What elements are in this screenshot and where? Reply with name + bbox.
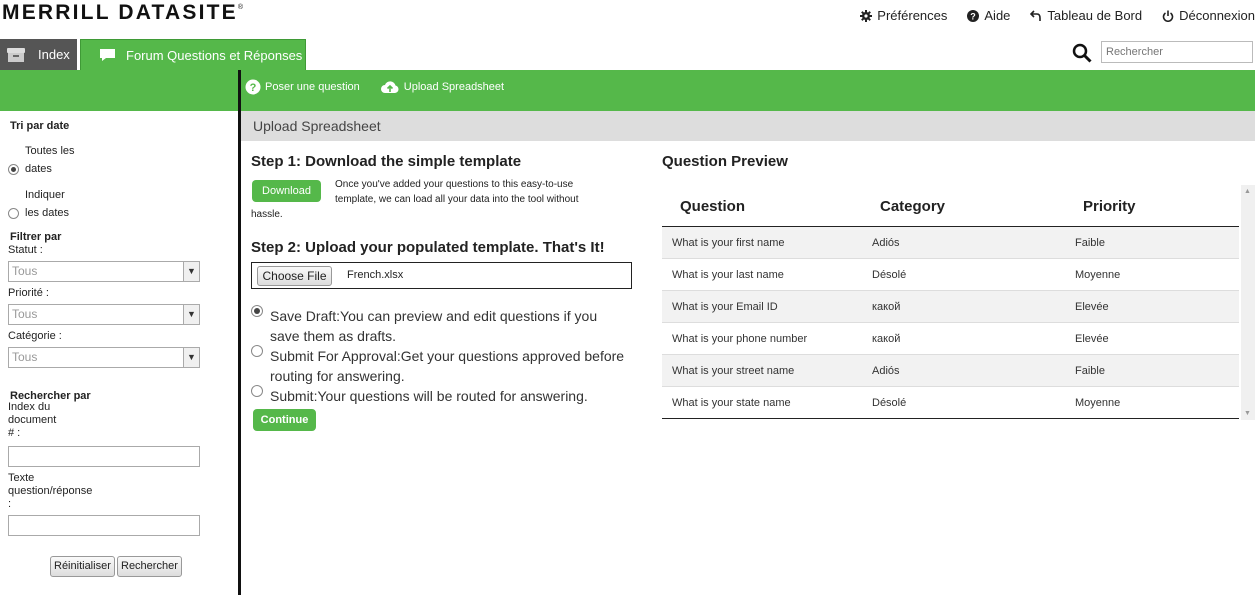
chevron-down-icon: ▼ — [183, 262, 199, 281]
tab-forum[interactable]: Forum Questions et Réponses — [80, 39, 306, 70]
indicate-dates-radio[interactable] — [8, 208, 19, 219]
submit-radio[interactable] — [251, 385, 263, 397]
cell-priority: Faible — [1075, 237, 1105, 249]
submit-approval-label: Submit For Approval:Get your questions a… — [270, 348, 625, 384]
sort-by-date-heading: Tri par date — [10, 120, 70, 132]
cloud-upload-icon — [380, 81, 399, 93]
power-icon — [1162, 10, 1174, 22]
cell-category: Adiós — [872, 365, 900, 377]
download-button[interactable]: Download — [252, 180, 321, 202]
cell-question: What is your phone number — [672, 333, 808, 345]
preview-scrollbar[interactable]: ▲ ▼ — [1241, 185, 1255, 420]
save-draft-radio[interactable] — [251, 305, 263, 317]
logout-link[interactable]: Déconnexion — [1162, 8, 1255, 23]
status-select[interactable]: Tous ▼ — [8, 261, 200, 282]
step1-heading: Step 1: Download the simple template — [251, 153, 522, 170]
cell-question: What is your Email ID — [672, 301, 778, 313]
qa-text-label: Texte question/réponse: — [8, 472, 93, 510]
all-dates-label: Toutes les dates — [25, 145, 75, 175]
dashboard-link[interactable]: Tableau de Bord — [1030, 8, 1142, 23]
indicate-dates-label: Indiquer les dates — [25, 189, 70, 219]
cell-priority: Faible — [1075, 365, 1105, 377]
doc-index-label: Index du document # : — [8, 401, 57, 439]
column-priority: Priority — [1083, 198, 1136, 215]
sidebar-search-button[interactable]: Rechercher — [117, 556, 182, 577]
chevron-down-icon: ▼ — [183, 305, 199, 324]
action-links: ? Poser une question Upload Spreadsheet — [245, 79, 504, 95]
cell-priority: Elevée — [1075, 301, 1109, 313]
table-row: What is your last name Désolé Moyenne — [662, 259, 1239, 291]
scroll-down-icon[interactable]: ▼ — [1244, 410, 1251, 417]
reset-button[interactable]: Réinitialiser — [50, 556, 115, 577]
search-input[interactable] — [1101, 41, 1253, 63]
column-question: Question — [680, 198, 746, 215]
table-row: What is your first name Adiós Faible — [662, 227, 1239, 259]
cell-category: какой — [872, 333, 901, 345]
category-select[interactable]: Tous ▼ — [8, 347, 200, 368]
step2-heading: Step 2: Upload your populated template. … — [251, 239, 605, 256]
svg-text:?: ? — [971, 11, 977, 21]
action-bar — [0, 70, 1255, 111]
selected-file-name: French.xlsx — [347, 269, 404, 281]
panel-title: Upload Spreadsheet — [241, 111, 1255, 141]
table-row: What is your state name Désolé Moyenne — [662, 387, 1239, 419]
cell-question: What is your last name — [672, 269, 784, 281]
submit-label: Submit:Your questions will be routed for… — [270, 388, 588, 404]
cell-category: Désolé — [872, 269, 907, 281]
gear-icon — [860, 9, 873, 22]
cell-priority: Elevée — [1075, 333, 1109, 345]
table-row: What is your street name Adiós Faible — [662, 355, 1239, 387]
ask-question-button[interactable]: ? Poser une question — [245, 79, 360, 95]
brand-logo: MERRILL DATASITE® — [2, 1, 244, 24]
table-header: Question Category Priority — [662, 188, 1239, 227]
column-category: Category — [880, 198, 946, 215]
svg-text:?: ? — [250, 82, 257, 94]
top-links: Préférences ? Aide Tableau de Bord Décon… — [840, 8, 1255, 23]
search-icon[interactable] — [1072, 43, 1092, 63]
priority-label: Priorité : — [8, 287, 49, 299]
doc-index-input[interactable] — [8, 446, 200, 467]
all-dates-radio[interactable] — [8, 164, 19, 175]
status-label: Statut : — [8, 244, 43, 256]
cell-question: What is your first name — [672, 237, 785, 249]
save-draft-label: Save Draft:You can preview and edit ques… — [270, 308, 598, 344]
continue-button[interactable]: Continue — [253, 409, 316, 431]
sidebar-divider — [238, 70, 241, 595]
upload-spreadsheet-button[interactable]: Upload Spreadsheet — [380, 79, 504, 95]
filter-sidebar: Tri par date Toutes les dates Indiquer les… — [0, 111, 238, 595]
cell-question: What is your street name — [672, 365, 795, 377]
category-label: Catégorie : — [8, 330, 62, 342]
file-upload-field: Choose File French.xlsx — [251, 262, 632, 289]
cell-category: Adiós — [872, 237, 900, 249]
preview-table: Question Category Priority What is your … — [662, 188, 1239, 419]
table-row: What is your Email ID какой Elevée — [662, 291, 1239, 323]
back-arrow-icon — [1030, 9, 1042, 21]
cell-priority: Moyenne — [1075, 397, 1121, 409]
preferences-link[interactable]: Préférences — [860, 8, 947, 23]
priority-select[interactable]: Tous ▼ — [8, 304, 200, 325]
archive-box-icon — [7, 47, 25, 62]
table-row: What is your phone number какой Elevée — [662, 323, 1239, 355]
submit-approval-radio[interactable] — [251, 345, 263, 357]
qa-text-input[interactable] — [8, 515, 200, 536]
help-icon: ? — [967, 9, 980, 22]
chevron-down-icon: ▼ — [183, 348, 199, 367]
step1-description-end: hassle. — [251, 209, 283, 220]
cell-priority: Moyenne — [1075, 269, 1121, 281]
filter-by-heading: Filtrer par — [10, 231, 62, 243]
scroll-up-icon[interactable]: ▲ — [1244, 188, 1251, 195]
step1-description: Once you've added your questions to this… — [335, 179, 579, 205]
question-circle-icon: ? — [245, 79, 261, 95]
chat-bubble-icon — [100, 49, 115, 61]
cell-category: Désolé — [872, 397, 907, 409]
help-link[interactable]: ? Aide — [967, 8, 1010, 23]
tab-index[interactable]: Index — [0, 39, 77, 70]
cell-category: какой — [872, 301, 901, 313]
preview-title: Question Preview — [662, 153, 788, 170]
cell-question: What is your state name — [672, 397, 791, 409]
choose-file-button[interactable]: Choose File — [257, 266, 332, 286]
